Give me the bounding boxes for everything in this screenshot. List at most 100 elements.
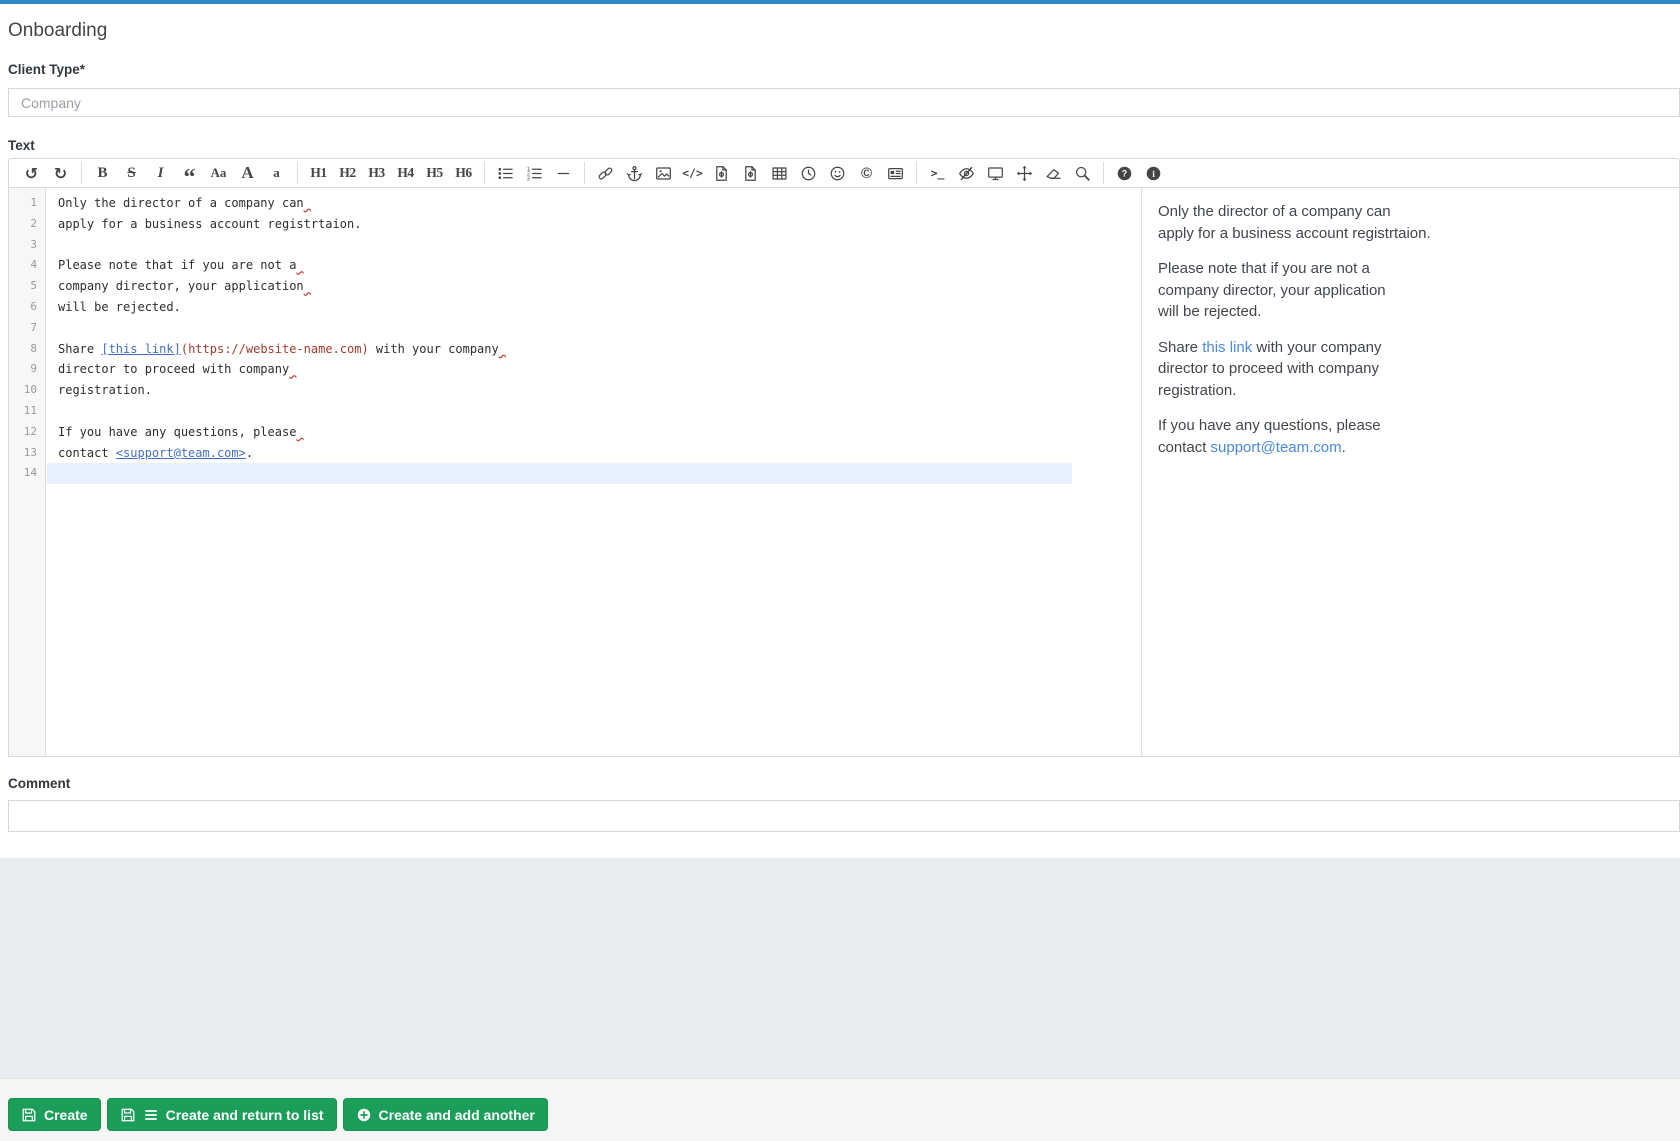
line-number: 12 [9, 422, 45, 443]
preview-link[interactable]: support@team.com [1211, 439, 1342, 456]
editor-line-active[interactable] [47, 463, 1072, 484]
editor-line[interactable] [47, 401, 1072, 422]
redo-icon[interactable]: ↻ [46, 161, 75, 185]
editor-toolbar: ↺↻BSI“AaAaH1H2H3H4H5H6123</>©>_?i [8, 158, 1680, 188]
heading-3-icon[interactable]: H3 [362, 161, 391, 185]
trailing-space-marker [304, 196, 311, 210]
table-icon[interactable] [765, 161, 794, 185]
editor-line[interactable] [47, 235, 1072, 256]
comment-input[interactable] [8, 800, 1680, 832]
save-icon [21, 1107, 37, 1123]
preview-paragraph: Share this link with your companydirecto… [1158, 337, 1659, 402]
heading-4-icon[interactable]: H4 [391, 161, 420, 185]
monitor-icon[interactable] [981, 161, 1010, 185]
trailing-space-marker [499, 342, 506, 356]
copyright-icon[interactable]: © [852, 161, 881, 185]
link-icon[interactable] [591, 161, 620, 185]
line-number: 6 [9, 297, 45, 318]
editor-line[interactable]: Please note that if you are not a [47, 255, 1072, 276]
trailing-space-marker [296, 425, 303, 439]
editor-line[interactable] [47, 318, 1072, 339]
font-size-icon[interactable]: Aa [204, 161, 233, 185]
fullscreen-icon[interactable] [1010, 161, 1039, 185]
toolbar-separator [584, 162, 585, 184]
trailing-space-marker [304, 279, 311, 293]
list-icon [143, 1107, 159, 1123]
line-number: 5 [9, 276, 45, 297]
heading-6-icon[interactable]: H6 [449, 161, 478, 185]
trailing-space-marker [289, 362, 296, 376]
editor-line[interactable]: will be rejected. [47, 297, 1072, 318]
ordered-list-icon[interactable]: 123 [520, 161, 549, 185]
create-and-return-button[interactable]: Create and return to list [107, 1098, 337, 1131]
button-label: Create and return to list [166, 1107, 324, 1123]
editor-line[interactable]: If you have any questions, please [47, 422, 1072, 443]
preview-paragraph: If you have any questions, pleasecontact… [1158, 415, 1659, 458]
page-title: Onboarding [8, 18, 1680, 44]
line-number: 1 [9, 193, 45, 214]
italic-icon[interactable]: I [146, 161, 175, 185]
text-label: Text [8, 138, 1680, 154]
editor-area: 1234567891011121314 Only the director of… [8, 188, 1680, 757]
client-type-input[interactable] [8, 88, 1680, 117]
markdown-preview-pane: Only the director of a company canapply … [1141, 188, 1679, 756]
card-icon[interactable] [881, 161, 910, 185]
question-circle-icon[interactable]: ? [1110, 161, 1139, 185]
editor-line[interactable]: apply for a business account registrtaio… [47, 214, 1072, 235]
eraser-icon[interactable] [1039, 161, 1068, 185]
heading-5-icon[interactable]: H5 [420, 161, 449, 185]
quote-icon[interactable]: “ [175, 161, 204, 185]
toolbar-separator [916, 162, 917, 184]
font-smaller-icon[interactable]: a [262, 161, 291, 185]
editor-line[interactable]: company director, your application [47, 276, 1072, 297]
toolbar-separator [81, 162, 82, 184]
create-button[interactable]: Create [8, 1098, 101, 1131]
code-icon[interactable]: </> [678, 161, 707, 185]
search-icon[interactable] [1068, 161, 1097, 185]
line-number: 10 [9, 380, 45, 401]
anchor-icon[interactable] [620, 161, 649, 185]
eye-slash-icon[interactable] [952, 161, 981, 185]
info-circle-icon[interactable]: i [1139, 161, 1168, 185]
line-number: 11 [9, 401, 45, 422]
clock-icon[interactable] [794, 161, 823, 185]
terminal-icon[interactable]: >_ [923, 161, 952, 185]
trailing-space-marker [296, 258, 303, 272]
button-label: Create and add another [379, 1107, 535, 1123]
line-number: 7 [9, 318, 45, 339]
heading-1-icon[interactable]: H1 [304, 161, 333, 185]
file-code-2-icon[interactable] [736, 161, 765, 185]
toolbar-separator [484, 162, 485, 184]
line-number: 14 [9, 463, 45, 484]
undo-icon[interactable]: ↺ [17, 161, 46, 185]
smiley-icon[interactable] [823, 161, 852, 185]
strikethrough-icon[interactable]: S [117, 161, 146, 185]
preview-link[interactable]: this link [1202, 339, 1252, 356]
editor-line[interactable]: Only the director of a company can [47, 193, 1072, 214]
editor-line[interactable]: Share [this link](https://website-name.c… [47, 339, 1072, 360]
file-code-icon[interactable] [707, 161, 736, 185]
unordered-list-icon[interactable] [491, 161, 520, 185]
client-type-label: Client Type* [8, 62, 1680, 78]
svg-text:i: i [1152, 169, 1155, 179]
line-number: 4 [9, 255, 45, 276]
button-label: Create [44, 1107, 88, 1123]
bold-icon[interactable]: B [88, 161, 117, 185]
image-icon[interactable] [649, 161, 678, 185]
line-number: 9 [9, 359, 45, 380]
editor-line[interactable]: registration. [47, 380, 1072, 401]
toolbar-separator [1103, 162, 1104, 184]
editor-line[interactable]: director to proceed with company [47, 359, 1072, 380]
font-bigger-icon[interactable]: A [233, 161, 262, 185]
horizontal-rule-icon[interactable] [549, 161, 578, 185]
comment-label: Comment [8, 776, 1680, 792]
preview-paragraph: Only the director of a company canapply … [1158, 201, 1659, 244]
editor-line[interactable]: contact <support@team.com>. [47, 443, 1072, 464]
save-icon [120, 1107, 136, 1123]
svg-text:?: ? [1122, 168, 1127, 178]
line-number: 2 [9, 214, 45, 235]
create-and-add-another-button[interactable]: Create and add another [343, 1098, 548, 1131]
line-number-gutter: 1234567891011121314 [9, 188, 46, 756]
editor-code-pane[interactable]: Only the director of a company can apply… [47, 188, 1072, 484]
heading-2-icon[interactable]: H2 [333, 161, 362, 185]
